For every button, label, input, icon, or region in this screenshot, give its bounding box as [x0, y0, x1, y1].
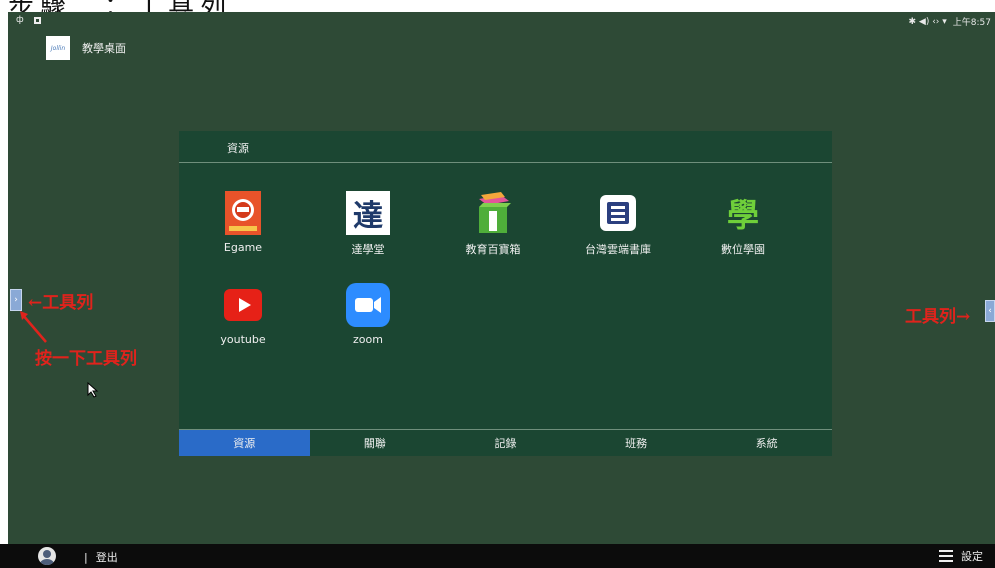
tab-resources[interactable]: 資源: [179, 430, 310, 456]
da-xuetang-icon: 達: [346, 191, 390, 235]
app-tile-zoom[interactable]: zoom: [308, 283, 428, 346]
separator: |: [84, 550, 88, 564]
clock: 上午8:57: [952, 18, 991, 28]
panel-header: 資源: [179, 131, 832, 163]
resource-panel: 資源 Egame 達 達學堂 教育百寶箱 台灣雲端書庫 學 數位學園 youtu…: [179, 131, 832, 456]
user-avatar[interactable]: [38, 547, 56, 565]
settings-button[interactable]: 設定: [939, 548, 983, 564]
mouse-cursor-icon: [87, 382, 99, 398]
annotation-right-toolbar: 工具列→: [905, 307, 971, 327]
logout-label: 登出: [95, 551, 118, 564]
logout-button[interactable]: | 登出: [84, 549, 118, 565]
menu-icon: [939, 550, 953, 562]
panel-title: 資源: [227, 142, 249, 155]
app-tile-cloud-library[interactable]: 台灣雲端書庫: [558, 191, 678, 257]
settings-label: 設定: [961, 550, 983, 563]
app-label: 數位學園: [721, 243, 765, 256]
tab-links[interactable]: 關聯: [310, 430, 441, 456]
app-label: 台灣雲端書庫: [585, 243, 651, 256]
teaching-desktop: ф ✱ ◀) ‹› ▾ 上午8:57 Jollin 教學桌面 資源 Egame …: [8, 12, 995, 544]
app-tile-treasure-box[interactable]: 教育百寶箱: [433, 191, 553, 257]
app-label: Egame: [223, 241, 263, 254]
notification-icon: [33, 16, 41, 24]
app-label: 教育百寶箱: [465, 243, 521, 256]
status-bar: ф ✱ ◀) ‹› ▾ 上午8:57: [8, 12, 995, 30]
app-tile-egame[interactable]: Egame: [183, 191, 303, 254]
app-tile-youtube[interactable]: youtube: [183, 283, 303, 346]
annotation-press-toolbar: 按一下工具列: [35, 349, 137, 369]
app-tile-digital-campus[interactable]: 學 數位學園: [683, 191, 803, 257]
chevron-left-icon: ‹: [988, 306, 992, 316]
youtube-icon: [221, 283, 265, 327]
app-tile-da-xuetang[interactable]: 達 達學堂: [308, 191, 428, 257]
right-toolbar-handle[interactable]: ‹: [985, 300, 995, 322]
chevron-right-icon: ›: [14, 295, 18, 305]
tutorial-heading-text: 步驟二：工具列: [8, 0, 232, 12]
tab-class-affairs[interactable]: 班務: [571, 430, 702, 456]
left-toolbar-handle[interactable]: ›: [10, 289, 22, 311]
egame-icon: [221, 191, 265, 235]
digital-campus-icon: 學: [726, 196, 759, 234]
app-label: youtube: [220, 333, 266, 346]
tutorial-heading: 步驟二：工具列: [0, 0, 995, 12]
app-label: 達學堂: [351, 243, 385, 256]
cloud-library-icon: [596, 191, 640, 235]
status-icons: ✱ ◀) ‹› ▾: [908, 16, 947, 27]
treasure-box-icon: [471, 191, 515, 235]
zoom-icon: [346, 283, 390, 327]
panel-tabbar: 資源 關聯 記錄 班務 系統: [179, 429, 832, 456]
tab-system[interactable]: 系統: [701, 430, 832, 456]
tab-records[interactable]: 記錄: [440, 430, 571, 456]
bottom-bar: | 登出 設定: [0, 544, 995, 568]
app-logo: Jollin: [46, 36, 70, 60]
usb-icon: ф: [16, 15, 24, 25]
app-label: zoom: [353, 333, 383, 346]
app-header: Jollin 教學桌面: [46, 36, 126, 60]
annotation-arrow-icon: [20, 311, 47, 343]
app-title: 教學桌面: [82, 42, 126, 55]
